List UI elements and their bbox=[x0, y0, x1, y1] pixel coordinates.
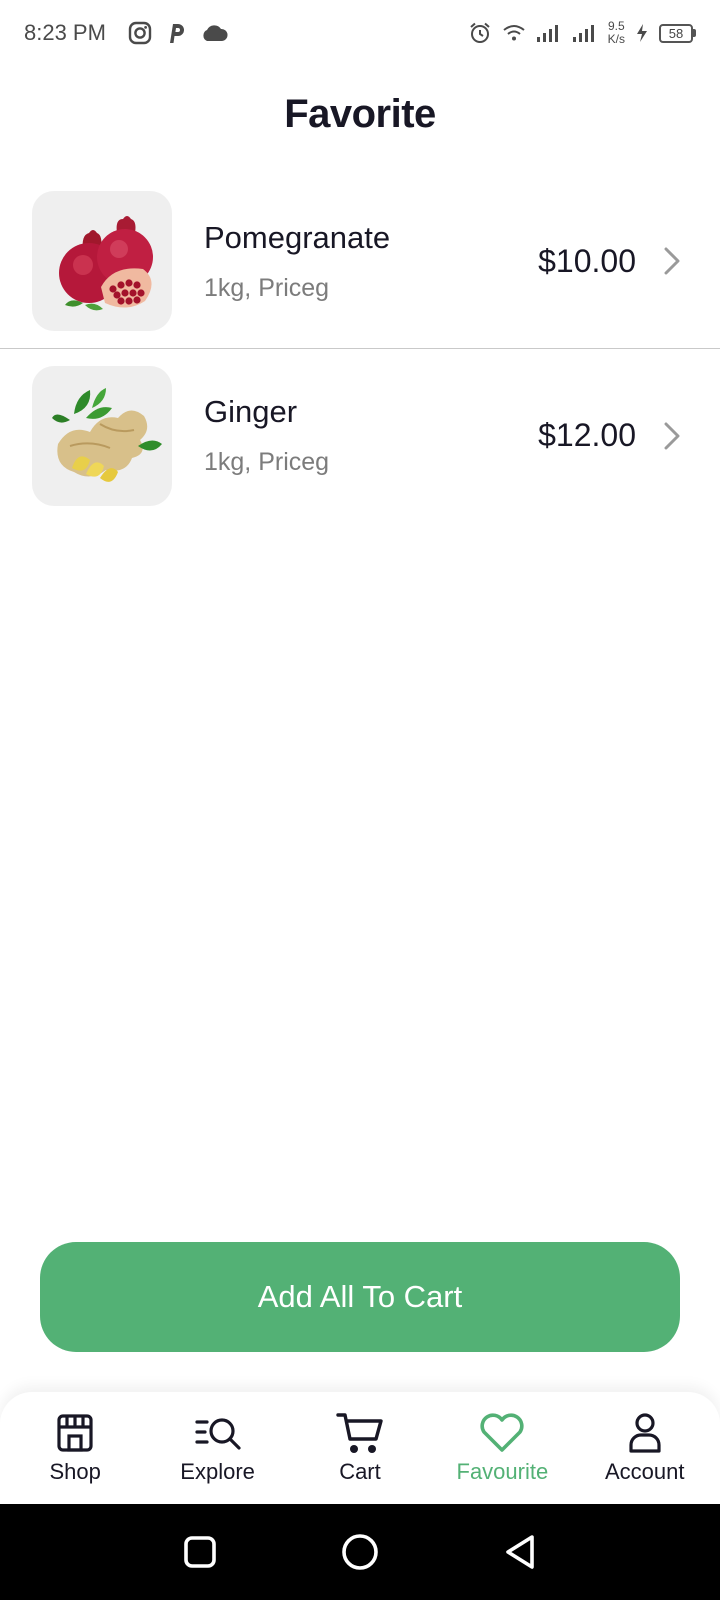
heart-icon bbox=[478, 1411, 526, 1455]
nav-item-shop[interactable]: Shop bbox=[5, 1411, 145, 1485]
product-image bbox=[32, 191, 172, 331]
nav-label: Account bbox=[605, 1459, 685, 1484]
status-time: 8:23 PM bbox=[24, 20, 106, 45]
circle-icon bbox=[342, 1534, 378, 1570]
item-name: Pomegranate bbox=[204, 219, 391, 255]
bottom-nav: Shop Explore Cart Favourite Account bbox=[0, 1392, 720, 1504]
item-subtitle: 1kg, Priceg bbox=[204, 448, 330, 476]
chevron-right-icon[interactable] bbox=[662, 246, 682, 276]
nav-label: Favourite bbox=[456, 1459, 549, 1484]
back-button[interactable] bbox=[490, 1522, 550, 1582]
instagram-icon bbox=[128, 21, 152, 45]
nav-label: Explore bbox=[180, 1459, 255, 1484]
recents-button[interactable] bbox=[170, 1522, 230, 1582]
item-info: Pomegranate 1kg, Priceg bbox=[204, 220, 538, 303]
status-bar: 8:23 PM 9.5 K/s 58 bbox=[0, 0, 720, 66]
ginger-icon bbox=[52, 387, 162, 482]
triangle-back-icon bbox=[506, 1535, 534, 1569]
explore-icon bbox=[194, 1411, 242, 1455]
person-icon bbox=[625, 1411, 665, 1455]
pomegranate-icon bbox=[59, 216, 153, 311]
signal-icon bbox=[572, 23, 598, 43]
nav-item-favourite[interactable]: Favourite bbox=[432, 1411, 572, 1485]
list-item[interactable]: Pomegranate 1kg, Priceg $10.00 bbox=[0, 174, 720, 348]
square-icon bbox=[184, 1536, 216, 1568]
list-item[interactable]: Ginger 1kg, Priceg $12.00 bbox=[0, 348, 720, 522]
nav-item-explore[interactable]: Explore bbox=[148, 1411, 288, 1485]
favorites-list: Pomegranate 1kg, Priceg $10.00 Ginger 1k… bbox=[0, 174, 720, 522]
cloud-icon bbox=[200, 23, 228, 43]
item-subtitle: 1kg, Priceg bbox=[204, 273, 330, 302]
cart-icon bbox=[336, 1411, 384, 1455]
charging-icon bbox=[635, 23, 649, 43]
item-name: Ginger bbox=[204, 394, 298, 429]
product-image bbox=[32, 365, 172, 506]
signal-icon bbox=[536, 23, 562, 43]
page-title: Favorite bbox=[284, 92, 436, 136]
system-navigation-bar bbox=[0, 1504, 720, 1600]
nav-label: Shop bbox=[49, 1459, 101, 1484]
alarm-icon bbox=[468, 21, 492, 45]
network-speed: 9.5 K/s bbox=[608, 20, 625, 46]
chevron-right-icon[interactable] bbox=[662, 421, 682, 451]
wifi-icon bbox=[502, 23, 526, 43]
battery-level: 58 bbox=[659, 23, 693, 43]
add-all-to-cart-button[interactable]: Add All To Cart bbox=[40, 1242, 680, 1352]
network-speed-unit: K/s bbox=[607, 32, 625, 46]
item-info: Ginger 1kg, Priceg bbox=[204, 394, 538, 477]
home-button[interactable] bbox=[330, 1522, 390, 1582]
item-price: $10.00 bbox=[538, 242, 636, 279]
item-price: $12.00 bbox=[538, 417, 636, 453]
nav-label: Cart bbox=[339, 1459, 381, 1484]
battery-icon: 58 bbox=[659, 23, 696, 43]
nav-item-account[interactable]: Account bbox=[575, 1411, 715, 1485]
parking-app-icon bbox=[166, 21, 186, 45]
store-icon bbox=[54, 1411, 96, 1455]
nav-item-cart[interactable]: Cart bbox=[290, 1411, 430, 1485]
battery-tip bbox=[693, 29, 696, 37]
